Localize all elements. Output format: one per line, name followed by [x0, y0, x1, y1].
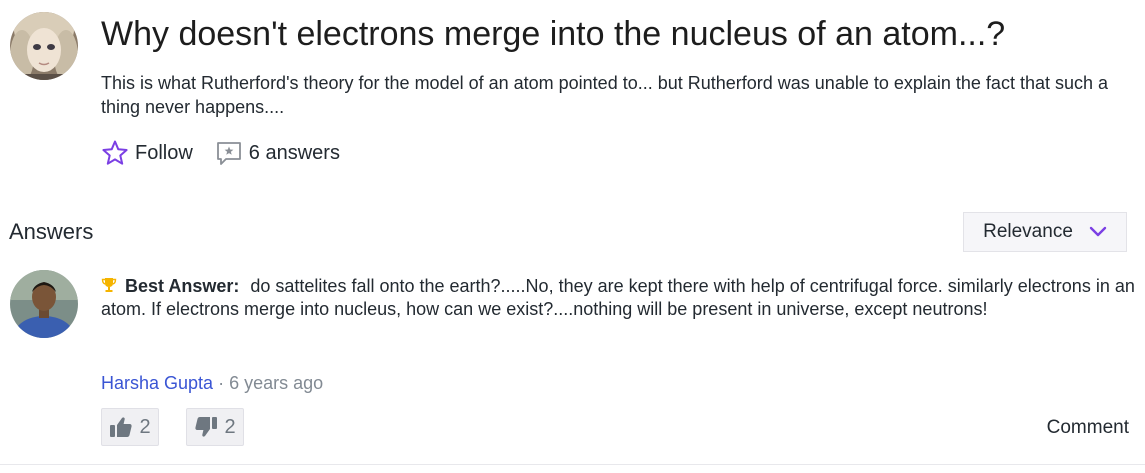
best-answer-text: do sattelites fall onto the earth?.....N…	[101, 276, 1135, 319]
answer-author-avatar[interactable]	[10, 270, 78, 338]
question-actions: Follow 6 answers	[101, 137, 340, 169]
chevron-down-icon	[1089, 226, 1107, 237]
upvote-button[interactable]: 2	[101, 408, 159, 446]
trophy-icon	[101, 278, 117, 292]
follow-button[interactable]: Follow	[101, 139, 193, 167]
sort-dropdown[interactable]: Relevance	[963, 212, 1127, 252]
thumbs-down-icon	[195, 417, 218, 437]
comment-button[interactable]: Comment	[1047, 417, 1129, 439]
answers-heading: Answers	[9, 219, 94, 244]
question-description: This is what Rutherford's theory for the…	[101, 73, 1108, 117]
meta-separator: ·	[218, 373, 225, 393]
downvote-count: 2	[224, 415, 236, 438]
answer-timestamp: 6 years ago	[229, 373, 324, 393]
question-author-avatar[interactable]	[10, 12, 78, 80]
best-answer-body: Best Answer: do sattelites fall onto the…	[101, 275, 1136, 321]
answer-author-link[interactable]: Harsha Gupta	[101, 373, 213, 393]
upvote-count: 2	[139, 415, 151, 438]
divider	[0, 464, 1145, 465]
follow-label: Follow	[135, 141, 193, 164]
answers-count-link[interactable]: 6 answers	[215, 139, 340, 167]
thumbs-up-icon	[110, 417, 133, 437]
answer-meta: Harsha Gupta · 6 years ago	[101, 372, 323, 394]
speech-bubble-star-icon	[216, 142, 241, 165]
star-outline-icon	[102, 140, 128, 165]
question-title: Why doesn't electrons merge into the nuc…	[101, 15, 1006, 53]
best-answer-label: Best Answer:	[125, 276, 240, 296]
downvote-button[interactable]: 2	[186, 408, 244, 446]
sort-selected-label: Relevance	[983, 221, 1073, 242]
answers-count-label: 6 answers	[248, 141, 340, 164]
